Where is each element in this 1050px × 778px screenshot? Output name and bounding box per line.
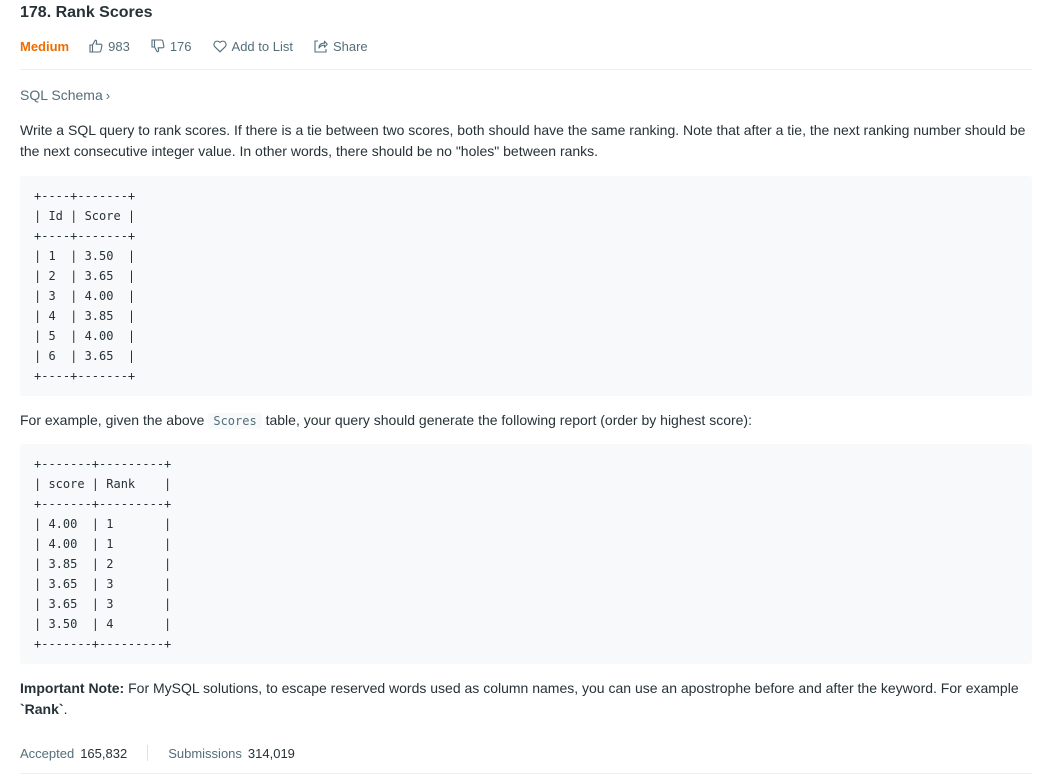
thumbs-down-icon	[151, 39, 165, 53]
dislike-button[interactable]: 176	[151, 39, 192, 54]
output-table-block: +-------+---------+ | score | Rank | +--…	[20, 444, 1032, 664]
like-button[interactable]: 983	[89, 39, 130, 54]
input-table-text: +----+-------+ | Id | Score | +----+----…	[34, 189, 136, 383]
accepted-value: 165,832	[80, 745, 128, 761]
sql-schema-label: SQL Schema	[20, 87, 103, 103]
share-label: Share	[332, 38, 368, 54]
stats-separator	[147, 745, 149, 761]
important-note: Important Note: For MySQL solutions, to …	[20, 678, 1030, 720]
footer-divider	[20, 773, 1032, 774]
submission-stats: Accepted 165,832 Submissions 314,019	[20, 745, 295, 761]
difficulty-badge: Medium	[20, 38, 70, 54]
accepted-label: Accepted	[20, 745, 75, 761]
problem-title: 178. Rank Scores	[20, 4, 153, 21]
dislike-count: 176	[169, 38, 192, 54]
problem-meta-row: Medium 983 176 Add to List Share	[20, 37, 389, 55]
note-keyword: `Rank`	[20, 701, 64, 717]
add-to-list-label: Add to List	[231, 38, 293, 54]
sql-schema-link[interactable]: SQL Schema ›	[20, 87, 110, 103]
note-label: Important Note:	[20, 680, 125, 696]
heart-icon	[212, 40, 227, 52]
input-table-block: +----+-------+ | Id | Score | +----+----…	[20, 176, 1032, 396]
thumbs-up-icon	[89, 39, 103, 53]
share-icon	[314, 39, 328, 53]
example-sentence: For example, given the above Scores tabl…	[20, 410, 1030, 432]
submissions-label: Submissions	[168, 745, 242, 761]
note-end: .	[63, 701, 68, 717]
submissions-value: 314,019	[247, 745, 295, 761]
add-to-list-button[interactable]: Add to List	[212, 38, 293, 54]
scores-inline-code: Scores	[208, 413, 262, 429]
chevron-right-icon: ›	[105, 88, 111, 103]
header-divider	[20, 69, 1032, 70]
problem-description-page: 178. Rank Scores Medium 983 176 Add to L…	[0, 0, 1050, 778]
share-button[interactable]: Share	[314, 39, 368, 54]
problem-intro: Write a SQL query to rank scores. If the…	[20, 122, 1026, 159]
output-table-text: +-------+---------+ | score | Rank | +--…	[34, 457, 172, 651]
example-prefix: For example, given the above	[20, 412, 205, 428]
example-suffix: table, your query should generate the fo…	[265, 412, 752, 428]
like-count: 983	[108, 38, 130, 54]
note-text: For MySQL solutions, to escape reserved …	[128, 680, 1019, 696]
